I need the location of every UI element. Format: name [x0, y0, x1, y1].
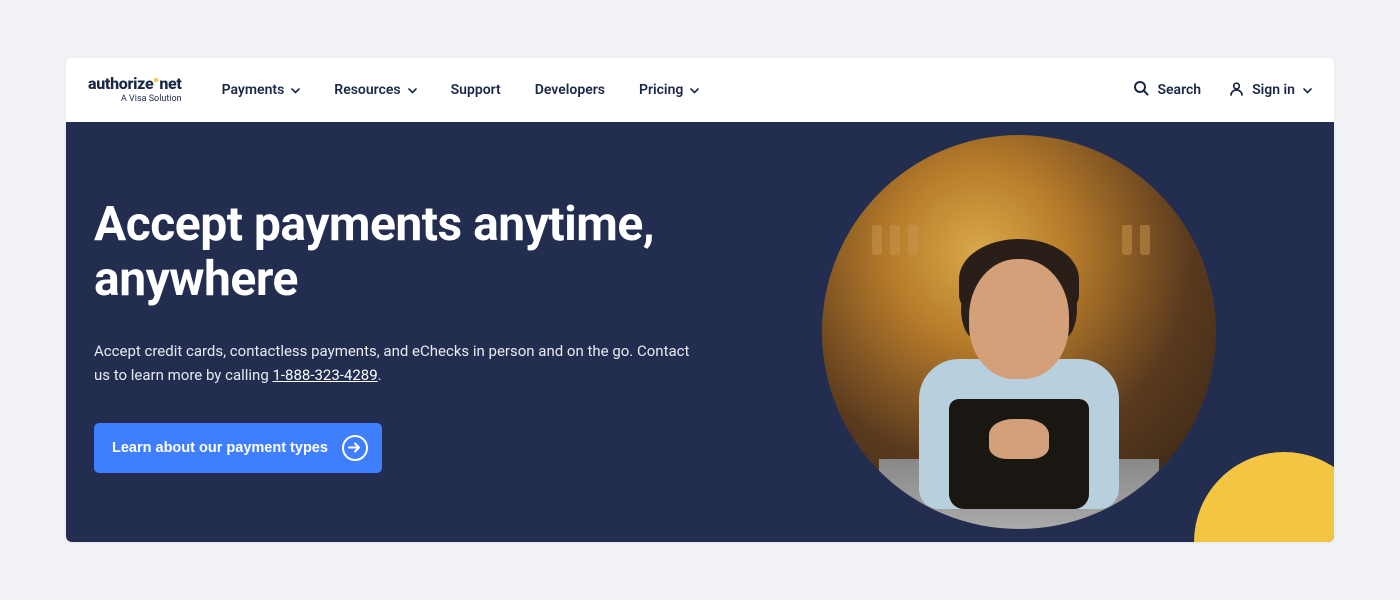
person-illustration	[879, 189, 1159, 529]
nav-item-developers[interactable]: Developers	[535, 82, 605, 98]
learn-payment-types-button[interactable]: Learn about our payment types	[94, 423, 382, 473]
chevron-down-icon	[291, 82, 300, 98]
hero-image	[822, 135, 1216, 529]
nav-right: Search Sign in	[1133, 80, 1312, 100]
logo-dot-icon	[154, 78, 158, 82]
nav-item-payments[interactable]: Payments	[222, 82, 301, 98]
logo[interactable]: authorize net A Visa Solution	[88, 76, 182, 104]
logo-text: authorize net	[88, 76, 182, 92]
signin-button[interactable]: Sign in	[1229, 81, 1312, 100]
hero-content: Accept payments anytime, anywhere Accept…	[94, 196, 734, 473]
nav-item-resources[interactable]: Resources	[334, 82, 416, 98]
nav-label: Resources	[334, 82, 400, 98]
nav-label: Payments	[222, 82, 285, 98]
nav-label: Developers	[535, 82, 605, 98]
logo-subtitle: A Visa Solution	[121, 94, 182, 104]
nav-label: Pricing	[639, 82, 683, 98]
signin-label: Sign in	[1252, 82, 1295, 98]
chevron-down-icon	[1303, 82, 1312, 98]
phone-link[interactable]: 1-888-323-4289	[272, 366, 377, 384]
cta-label: Learn about our payment types	[112, 440, 328, 456]
hero-title: Accept payments anytime, anywhere	[94, 196, 734, 306]
nav-label: Support	[451, 82, 501, 98]
nav-item-pricing[interactable]: Pricing	[639, 82, 699, 98]
hero-section: Accept payments anytime, anywhere Accept…	[66, 122, 1334, 542]
main-navbar: authorize net A Visa Solution Payments Re…	[66, 58, 1334, 122]
chevron-down-icon	[408, 82, 417, 98]
hero-desc-text: Accept credit cards, contactless payment…	[94, 342, 689, 383]
user-icon	[1229, 81, 1244, 100]
logo-pre: authorize	[88, 74, 153, 93]
nav-item-support[interactable]: Support	[451, 82, 501, 98]
hero-desc-post: .	[378, 366, 382, 384]
arrow-right-circle-icon	[342, 435, 368, 461]
hero-description: Accept credit cards, contactless payment…	[94, 340, 694, 387]
search-icon	[1133, 80, 1149, 100]
search-button[interactable]: Search	[1133, 80, 1201, 100]
nav-links: Payments Resources Support Developers Pr…	[222, 82, 1094, 98]
decorative-yellow-circle	[1194, 452, 1334, 542]
search-label: Search	[1157, 82, 1201, 98]
logo-post: net	[159, 74, 181, 93]
page-container: authorize net A Visa Solution Payments Re…	[66, 58, 1334, 542]
chevron-down-icon	[690, 82, 699, 98]
